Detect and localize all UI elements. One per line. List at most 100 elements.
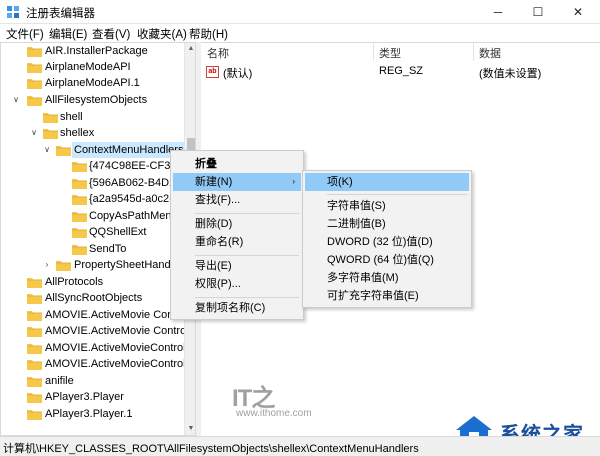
folder-icon bbox=[27, 294, 42, 304]
menu-item-collapse[interactable]: 折叠 bbox=[173, 155, 301, 173]
tree-node-label: QQShellExt bbox=[89, 226, 147, 238]
menu-edit[interactable]: 编辑(E) bbox=[49, 26, 87, 42]
folder-icon bbox=[27, 360, 42, 370]
menu-separator bbox=[327, 194, 467, 195]
folder-icon bbox=[27, 327, 42, 337]
folder-icon bbox=[72, 245, 87, 255]
registry-tree[interactable]: AIR.InstallerPackage AirplaneModeAPI Air… bbox=[0, 42, 196, 436]
value-type: REG_SZ bbox=[379, 65, 424, 77]
folder-icon bbox=[43, 129, 58, 139]
status-path: 计算机\HKEY_CLASSES_ROOT\AllFilesystemObjec… bbox=[3, 443, 419, 455]
submenu-arrow-icon: › bbox=[292, 177, 295, 186]
folder-icon bbox=[56, 261, 71, 271]
submenu-item-qword-value[interactable]: QWORD (64 位)值(Q) bbox=[305, 251, 469, 269]
value-name[interactable]: (默认) bbox=[223, 65, 252, 81]
scroll-up-arrow-icon[interactable]: ▲ bbox=[185, 43, 195, 55]
ithome-watermark: IT之 www.ithome.com bbox=[232, 378, 322, 424]
folder-icon bbox=[27, 79, 42, 89]
folder-icon bbox=[72, 195, 87, 205]
folder-icon bbox=[56, 146, 71, 156]
menu-separator bbox=[195, 255, 299, 256]
tree-node-label: ContextMenuHandlers bbox=[72, 142, 186, 158]
tree-node-label: APlayer3.Player bbox=[45, 391, 124, 403]
tree-node-label: AirplaneModeAPI.1 bbox=[45, 77, 140, 89]
folder-icon bbox=[27, 96, 42, 106]
submenu-item-key[interactable]: 项(K) bbox=[305, 173, 469, 191]
menu-bar: 文件(F) 编辑(E) 查看(V) 收藏夹(A) 帮助(H) bbox=[0, 24, 600, 42]
collapse-chevron-icon[interactable]: ∨ bbox=[11, 92, 21, 108]
close-button[interactable]: ✕ bbox=[558, 0, 598, 24]
column-header-name[interactable]: 名称 bbox=[207, 45, 229, 61]
menu-view[interactable]: 查看(V) bbox=[92, 26, 130, 42]
folder-icon bbox=[72, 212, 87, 222]
title-bar: 注册表编辑器 ─ ☐ ✕ bbox=[0, 0, 600, 24]
collapse-chevron-icon[interactable]: ∨ bbox=[29, 125, 39, 141]
folder-icon bbox=[27, 311, 42, 321]
new-submenu: 项(K) 字符串值(S) 二进制值(B) DWORD (32 位)值(D) QW… bbox=[302, 170, 472, 308]
submenu-item-dword-value[interactable]: DWORD (32 位)值(D) bbox=[305, 233, 469, 251]
tree-node-label: SendTo bbox=[89, 243, 127, 255]
column-separator[interactable] bbox=[373, 43, 374, 61]
minimize-button[interactable]: ─ bbox=[478, 0, 518, 24]
expand-chevron-icon[interactable]: › bbox=[42, 257, 52, 273]
tree-node-label: {a2a9545d-a0c2- bbox=[89, 193, 173, 205]
scroll-down-arrow-icon[interactable]: ▼ bbox=[185, 423, 195, 435]
tree-node-label: {474C98EE-CF3D- bbox=[89, 160, 182, 172]
tree-node-label: AMOVIE.ActiveMovieControl bbox=[45, 342, 186, 354]
window-title: 注册表编辑器 bbox=[26, 8, 95, 20]
tree-node-label: AMOVIE.ActiveMovie Control. bbox=[45, 325, 192, 337]
menu-item-find[interactable]: 查找(F)... bbox=[173, 191, 301, 209]
string-value-icon: ab bbox=[206, 66, 219, 78]
folder-icon bbox=[27, 344, 42, 354]
menu-item-delete[interactable]: 删除(D) bbox=[173, 215, 301, 233]
tree-node-label: CopyAsPathMenu bbox=[89, 210, 178, 222]
status-bar: 计算机\HKEY_CLASSES_ROOT\AllFilesystemObjec… bbox=[0, 436, 600, 456]
tree-node-label: APlayer3.Player.1 bbox=[45, 408, 133, 420]
folder-icon bbox=[27, 47, 42, 57]
folder-icon bbox=[72, 162, 87, 172]
menu-favorites[interactable]: 收藏夹(A) bbox=[137, 26, 187, 42]
folder-icon bbox=[27, 377, 42, 387]
ithome-url: www.ithome.com bbox=[236, 408, 312, 419]
submenu-item-expandable-string-value[interactable]: 可扩充字符串值(E) bbox=[305, 287, 469, 305]
tree-node-label: AirplaneModeAPI bbox=[45, 61, 131, 73]
tree-node-label: AllSyncRootObjects bbox=[45, 292, 143, 304]
folder-icon bbox=[72, 228, 87, 238]
menu-item-new[interactable]: 新建(N) › bbox=[173, 173, 301, 191]
submenu-item-multi-string-value[interactable]: 多字符串值(M) bbox=[305, 269, 469, 287]
menu-help[interactable]: 帮助(H) bbox=[189, 26, 228, 42]
tree-node-label: AMOVIE.ActiveMovieControl.2 bbox=[45, 358, 195, 370]
tree-node-label: AllProtocols bbox=[45, 276, 104, 288]
tree-node-label: PropertySheetHandl bbox=[74, 259, 174, 271]
folder-icon bbox=[27, 63, 42, 73]
menu-item-rename[interactable]: 重命名(R) bbox=[173, 233, 301, 251]
folder-icon bbox=[43, 113, 58, 123]
menu-item-copy-key-name[interactable]: 复制项名称(C) bbox=[173, 299, 301, 317]
tree-node-label: AllFilesystemObjects bbox=[45, 94, 148, 106]
submenu-item-binary-value[interactable]: 二进制值(B) bbox=[305, 215, 469, 233]
column-separator[interactable] bbox=[473, 43, 474, 61]
menu-separator bbox=[195, 297, 299, 298]
tree-node-label: AMOVIE.ActiveMovie Contr bbox=[45, 309, 181, 321]
menu-item-export[interactable]: 导出(E) bbox=[173, 257, 301, 275]
submenu-item-string-value[interactable]: 字符串值(S) bbox=[305, 197, 469, 215]
context-menu: 折叠 新建(N) › 查找(F)... 删除(D) 重命名(R) 导出(E) 权限… bbox=[170, 150, 304, 320]
tree-node-label: shellex bbox=[60, 127, 95, 139]
menu-file[interactable]: 文件(F) bbox=[6, 26, 44, 42]
tree-node-label: AIR.InstallerPackage bbox=[45, 45, 148, 57]
regedit-icon bbox=[7, 6, 19, 18]
folder-icon bbox=[27, 278, 42, 288]
tree-node-label: anifile bbox=[45, 375, 74, 387]
folder-icon bbox=[27, 410, 42, 420]
menu-separator bbox=[195, 213, 299, 214]
tree-node-label: shell bbox=[60, 111, 83, 123]
folder-icon bbox=[27, 393, 42, 403]
column-header-data[interactable]: 数据 bbox=[479, 45, 501, 61]
tree-node-label: {596AB062-B4D2 bbox=[89, 177, 176, 189]
value-data: (数值未设置) bbox=[479, 68, 542, 80]
column-header-type[interactable]: 类型 bbox=[379, 45, 401, 61]
menu-item-permissions[interactable]: 权限(P)... bbox=[173, 275, 301, 293]
collapse-chevron-icon[interactable]: ∨ bbox=[42, 142, 52, 158]
maximize-button[interactable]: ☐ bbox=[518, 0, 558, 24]
folder-icon bbox=[72, 179, 87, 189]
